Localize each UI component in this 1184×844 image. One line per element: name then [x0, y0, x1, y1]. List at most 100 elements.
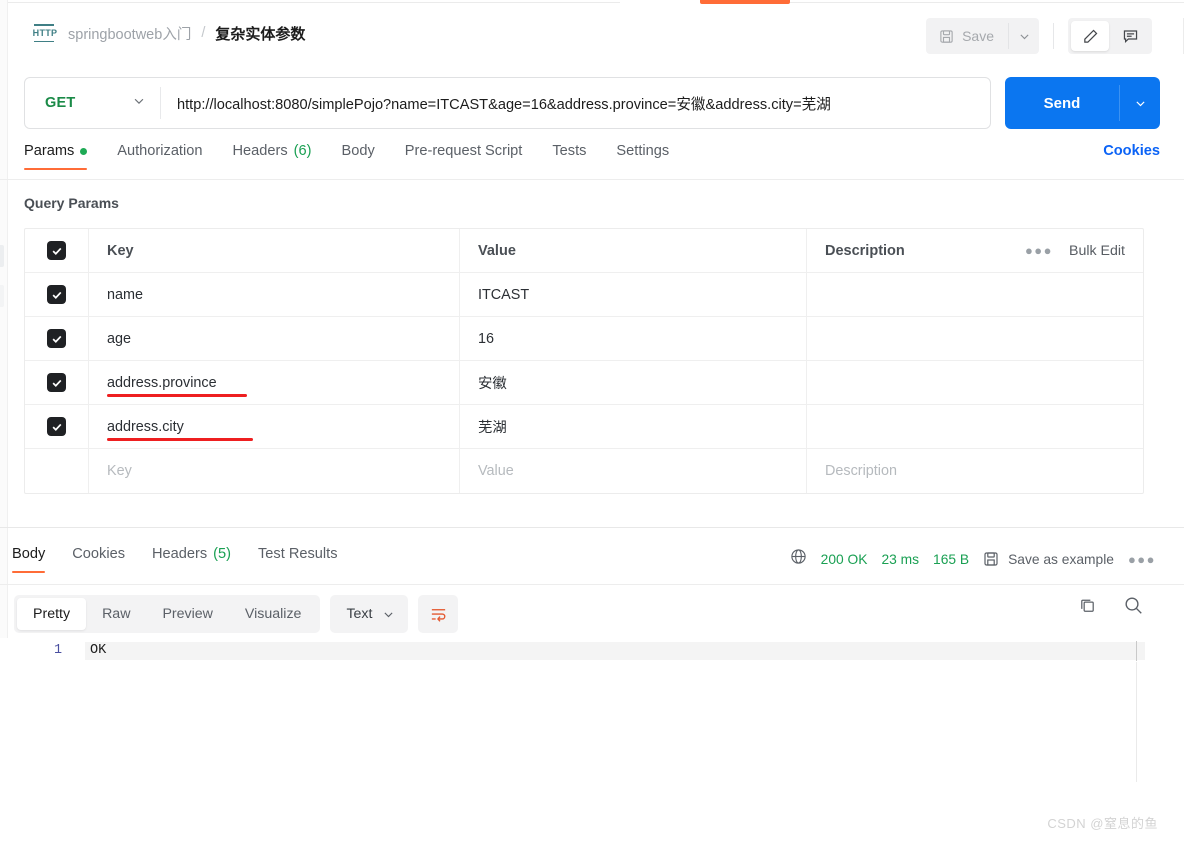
row-checkbox[interactable] [47, 285, 66, 304]
row-key-cell-empty[interactable]: Key [89, 449, 460, 493]
row-key-text: age [107, 330, 132, 347]
header-divider [1053, 23, 1054, 49]
response-pane-divider[interactable] [0, 527, 1184, 528]
row-checkbox[interactable] [47, 373, 66, 392]
row-value-placeholder: Value [478, 463, 514, 479]
copy-icon[interactable] [1078, 596, 1097, 620]
active-tab-indicator[interactable] [700, 0, 790, 4]
row-value-cell-empty[interactable]: Value [460, 449, 807, 493]
response-tabs-underline [0, 584, 1184, 585]
row-value-cell[interactable]: ITCAST [460, 273, 807, 316]
tab-settings[interactable]: Settings [616, 143, 669, 170]
row-value-cell[interactable]: 16 [460, 317, 807, 360]
breadcrumb-collection[interactable]: springbootweb入门 [68, 23, 191, 44]
view-mode-raw[interactable]: Raw [86, 598, 146, 630]
comment-icon [1123, 29, 1137, 43]
response-tab-body[interactable]: Body [12, 546, 46, 573]
row-checkbox-cell-empty[interactable] [25, 449, 89, 493]
header-actions: Save [926, 18, 1152, 54]
tab-tests[interactable]: Tests [552, 143, 586, 170]
row-key-cell[interactable]: age [89, 317, 460, 360]
url-input[interactable]: http://localhost:8080/simplePojo?name=IT… [161, 78, 990, 128]
column-header-description: Description ●●● Bulk Edit [807, 229, 1143, 272]
comments-button[interactable] [1111, 21, 1149, 51]
column-header-value: Value [460, 229, 807, 272]
response-tab-test-results[interactable]: Test Results [258, 546, 337, 573]
row-checkbox-cell[interactable] [25, 317, 89, 360]
search-icon[interactable] [1123, 595, 1144, 621]
row-value-cell[interactable]: 芜湖 [460, 405, 807, 448]
tab-body[interactable]: Body [341, 143, 374, 170]
send-button[interactable]: Send [1005, 77, 1119, 129]
save-dropdown-button[interactable] [1009, 18, 1039, 54]
response-format-select[interactable]: Text [330, 595, 409, 633]
method-select[interactable]: GET [25, 78, 160, 128]
page-title: 复杂实体参数 [215, 25, 306, 43]
row-key-text: address.province [107, 374, 217, 391]
row-key-placeholder: Key [107, 463, 132, 479]
response-tab-headers[interactable]: Headers (5) [152, 546, 231, 573]
row-checkbox[interactable] [47, 417, 66, 436]
table-row: address.city 芜湖 [25, 405, 1143, 449]
row-description-cell[interactable] [807, 405, 1143, 448]
checkmark-icon [52, 335, 61, 343]
row-checkbox-cell[interactable] [25, 361, 89, 404]
column-header-key-label: Key [107, 242, 134, 259]
response-body-tools-right [1078, 595, 1144, 621]
code-right-rule [1136, 662, 1137, 782]
row-description-cell[interactable] [807, 317, 1143, 360]
row-description-placeholder: Description [825, 463, 897, 479]
view-mode-pretty[interactable]: Pretty [17, 598, 87, 630]
row-key-cell[interactable]: address.city [89, 405, 460, 448]
view-mode-visualize[interactable]: Visualize [229, 598, 318, 630]
row-description-cell[interactable] [807, 361, 1143, 404]
row-key-cell[interactable]: name [89, 273, 460, 316]
response-body-viewer[interactable]: 1 OK [0, 638, 1184, 844]
tab-authorization[interactable]: Authorization [117, 143, 202, 170]
select-all-checkbox[interactable] [47, 241, 66, 260]
url-field: GET http://localhost:8080/simplePojo?nam… [24, 77, 991, 129]
edit-request-button[interactable] [1071, 21, 1109, 51]
row-description-cell[interactable] [807, 273, 1143, 316]
save-button[interactable]: Save [926, 18, 1008, 54]
word-wrap-button[interactable] [418, 595, 459, 633]
view-mode-preview[interactable]: Preview [146, 598, 228, 630]
tab-pre-request-script[interactable]: Pre-request Script [405, 143, 523, 170]
sidebar-rail-notch [0, 245, 4, 267]
tab-headers-count: (6) [293, 143, 312, 159]
globe-icon[interactable] [790, 548, 807, 570]
send-dropdown-button[interactable] [1120, 77, 1160, 129]
http-protocol-icon: HTTP [32, 22, 58, 44]
response-tab-headers-label: Headers [152, 546, 208, 562]
row-description-cell-empty[interactable]: Description [807, 449, 1143, 493]
row-key-text: address.city [107, 418, 184, 435]
ellipsis-icon[interactable]: ●●● [1025, 243, 1053, 258]
save-example-group[interactable]: Save as example [983, 551, 1114, 567]
tab-params-label: Params [24, 143, 75, 159]
query-params-table: Key Value Description ●●● Bulk Edit name… [24, 228, 1144, 494]
status-badge: 200 OK [820, 551, 868, 567]
response-tab-cookies[interactable]: Cookies [72, 546, 125, 573]
tab-params[interactable]: Params [24, 143, 88, 170]
tab-pre-request-script-label: Pre-request Script [404, 143, 523, 159]
bulk-edit-button[interactable]: Bulk Edit [1069, 243, 1125, 259]
table-row: name ITCAST [25, 273, 1143, 317]
select-all-cell[interactable] [25, 229, 89, 272]
row-checkbox[interactable] [47, 329, 66, 348]
row-value-cell[interactable]: 安徽 [460, 361, 807, 404]
column-header-description-label: Description [825, 242, 905, 259]
tab-headers[interactable]: Headers (6) [232, 143, 311, 170]
request-tabs: Params Authorization Headers (6) Body Pr… [24, 143, 1160, 180]
table-header-row: Key Value Description ●●● Bulk Edit [25, 229, 1143, 273]
row-key-cell[interactable]: address.province [89, 361, 460, 404]
response-more-icon[interactable]: ●●● [1128, 552, 1156, 567]
row-checkbox-cell[interactable] [25, 273, 89, 316]
tab-tests-label: Tests [552, 143, 587, 159]
chevron-down-icon [1135, 100, 1145, 106]
row-checkbox-cell[interactable] [25, 405, 89, 448]
row-value-text: 芜湖 [478, 420, 507, 436]
response-body-toolbar: Pretty Raw Preview Visualize Text [14, 595, 459, 633]
cookies-link[interactable]: Cookies [1103, 143, 1160, 159]
annotation-underline [107, 438, 253, 441]
table-row: address.province 安徽 [25, 361, 1143, 405]
